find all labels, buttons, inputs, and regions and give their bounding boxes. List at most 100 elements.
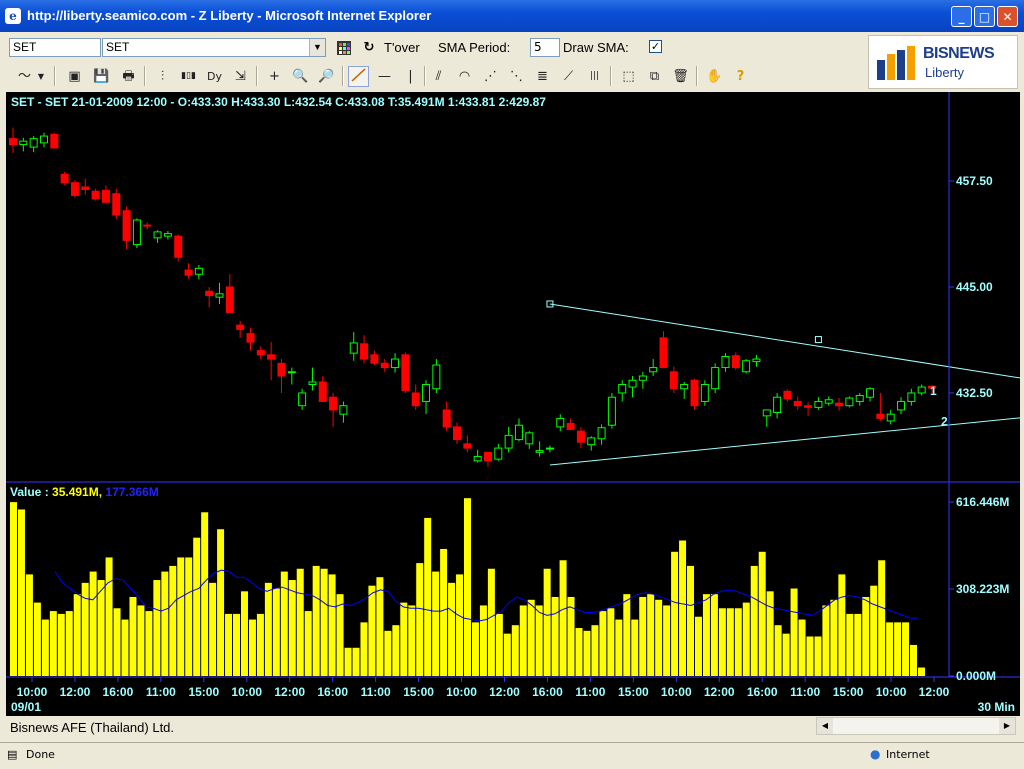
chart-type-icon[interactable]: 〜 (14, 66, 35, 87)
volume-bar (790, 588, 798, 676)
volume-bar (910, 644, 918, 676)
volume-bar (177, 557, 185, 676)
candle (731, 355, 740, 369)
volume-bar (89, 571, 97, 676)
tover-label[interactable]: T'over (384, 40, 420, 55)
crosshair-icon[interactable]: + (264, 66, 285, 87)
refresh-icon[interactable]: ↻ (361, 40, 377, 56)
volume-bar (264, 582, 272, 676)
arc-icon[interactable]: ◠ (454, 66, 475, 87)
candle (143, 224, 152, 227)
volume-bar (248, 619, 256, 676)
status-bar: ▤ Done ● Internet (0, 742, 1024, 769)
time-tick-label: 15:00 (833, 685, 864, 699)
channel-icon[interactable]: ⫽ (428, 66, 449, 87)
save-icon[interactable]: 💾 (91, 66, 112, 87)
chevron-down-icon[interactable]: ▼ (309, 39, 325, 56)
sma-period-input[interactable]: 5 (530, 38, 560, 57)
draw-sma-label: Draw SMA: (563, 40, 629, 55)
minimize-button[interactable]: _ (951, 6, 972, 27)
volume-bar (121, 619, 129, 676)
volume-bar (726, 608, 734, 676)
time-tick-label: 15:00 (403, 685, 434, 699)
maximize-button[interactable]: □ (974, 6, 995, 27)
symbol-select[interactable]: SET ▼ (102, 38, 326, 57)
volume-bar (288, 580, 296, 676)
hand-icon[interactable]: ✋ (704, 66, 725, 87)
time-tick-label: 12:00 (919, 685, 950, 699)
volume-bar (161, 571, 169, 676)
volume-bar (870, 585, 878, 676)
export-icon[interactable]: ⇲ (230, 66, 251, 87)
volume-bar (774, 625, 782, 676)
scroll-left-icon[interactable]: ◀ (817, 718, 833, 734)
candle (70, 182, 79, 196)
volume-bar (57, 613, 65, 676)
cycle-icon[interactable]: ||| (584, 66, 605, 87)
candle (132, 219, 141, 246)
copy-icon[interactable]: ⧉ (644, 66, 665, 87)
close-button[interactable]: ✕ (997, 6, 1018, 27)
candlestick-icon[interactable]: ⫶ (152, 66, 173, 87)
volume-bar (360, 622, 368, 676)
print-icon[interactable]: 🖶 (118, 66, 139, 87)
zoom-out-icon[interactable]: 🔎 (316, 66, 337, 87)
volume-bar (129, 596, 137, 676)
vertical-line-icon[interactable]: | (400, 66, 421, 87)
volume-bar (464, 498, 471, 676)
volume-bar (567, 596, 575, 676)
fibonacci-icon[interactable]: ≣ (532, 66, 553, 87)
logo-mark-icon (877, 46, 915, 80)
volume-tick-label: 0.000M (956, 669, 996, 683)
candle (163, 233, 172, 237)
candle (473, 456, 482, 462)
candle (855, 395, 864, 402)
trendline-icon[interactable] (348, 66, 369, 87)
select-icon[interactable]: ⬚ (618, 66, 639, 87)
draw-sma-checkbox[interactable]: ✓ (649, 40, 662, 53)
volume-bar (209, 582, 217, 676)
price-volume-chart[interactable]: 1 2 457.50 445.00 432.50 616.446M 308.223M 0.0… (6, 92, 1024, 716)
fan-icon[interactable]: ⋰ (480, 66, 501, 87)
bar-chart-icon[interactable]: ▮▯▮ (178, 66, 199, 87)
volume-bar (408, 605, 416, 676)
open-chart-icon[interactable]: ▣ (64, 66, 85, 87)
chart-area[interactable]: 1 2 457.50 445.00 432.50 616.446M 308.223M 0.0… (6, 92, 1024, 716)
volume-bar (240, 591, 248, 676)
chevron-down-icon[interactable]: ▼ (36, 66, 46, 87)
gann-icon[interactable]: ⟋ (558, 66, 579, 87)
candle (659, 337, 668, 369)
candle (370, 354, 379, 364)
volume-bar (113, 608, 121, 676)
zoom-in-icon[interactable]: 🔍 (290, 66, 311, 87)
indicator-icon[interactable]: Dy (204, 66, 225, 87)
candle (50, 133, 59, 149)
delete-all-icon[interactable]: 🗑 (670, 66, 691, 87)
volume-bar (918, 667, 925, 676)
symbol-input[interactable]: SET (9, 38, 101, 57)
time-tick-label: 10:00 (231, 685, 262, 699)
candle (112, 193, 121, 216)
candle (835, 402, 844, 407)
volume-bar (806, 636, 814, 676)
candle (463, 443, 472, 449)
volume-bar (527, 599, 535, 676)
volume-bar (575, 628, 583, 676)
time-tick-label: 10:00 (661, 685, 692, 699)
volume-bar (479, 605, 487, 676)
volume-bar (679, 540, 687, 676)
grid-icon[interactable] (336, 40, 352, 56)
volume-bar (758, 551, 766, 676)
date-label: 09/01 (11, 700, 41, 714)
volume-bar (416, 563, 424, 676)
time-tick-label: 12:00 (60, 685, 91, 699)
horizontal-scrollbar[interactable]: ◀ ▶ (816, 717, 1016, 735)
help-icon[interactable]: ? (730, 66, 751, 87)
page-icon: ▤ (7, 748, 18, 761)
volume-bar (471, 622, 479, 676)
horizontal-line-icon[interactable]: — (374, 66, 395, 87)
scroll-right-icon[interactable]: ▶ (999, 718, 1015, 734)
speed-line-icon[interactable]: ⋱ (506, 66, 527, 87)
volume-bar (304, 611, 312, 676)
candle (597, 427, 606, 440)
